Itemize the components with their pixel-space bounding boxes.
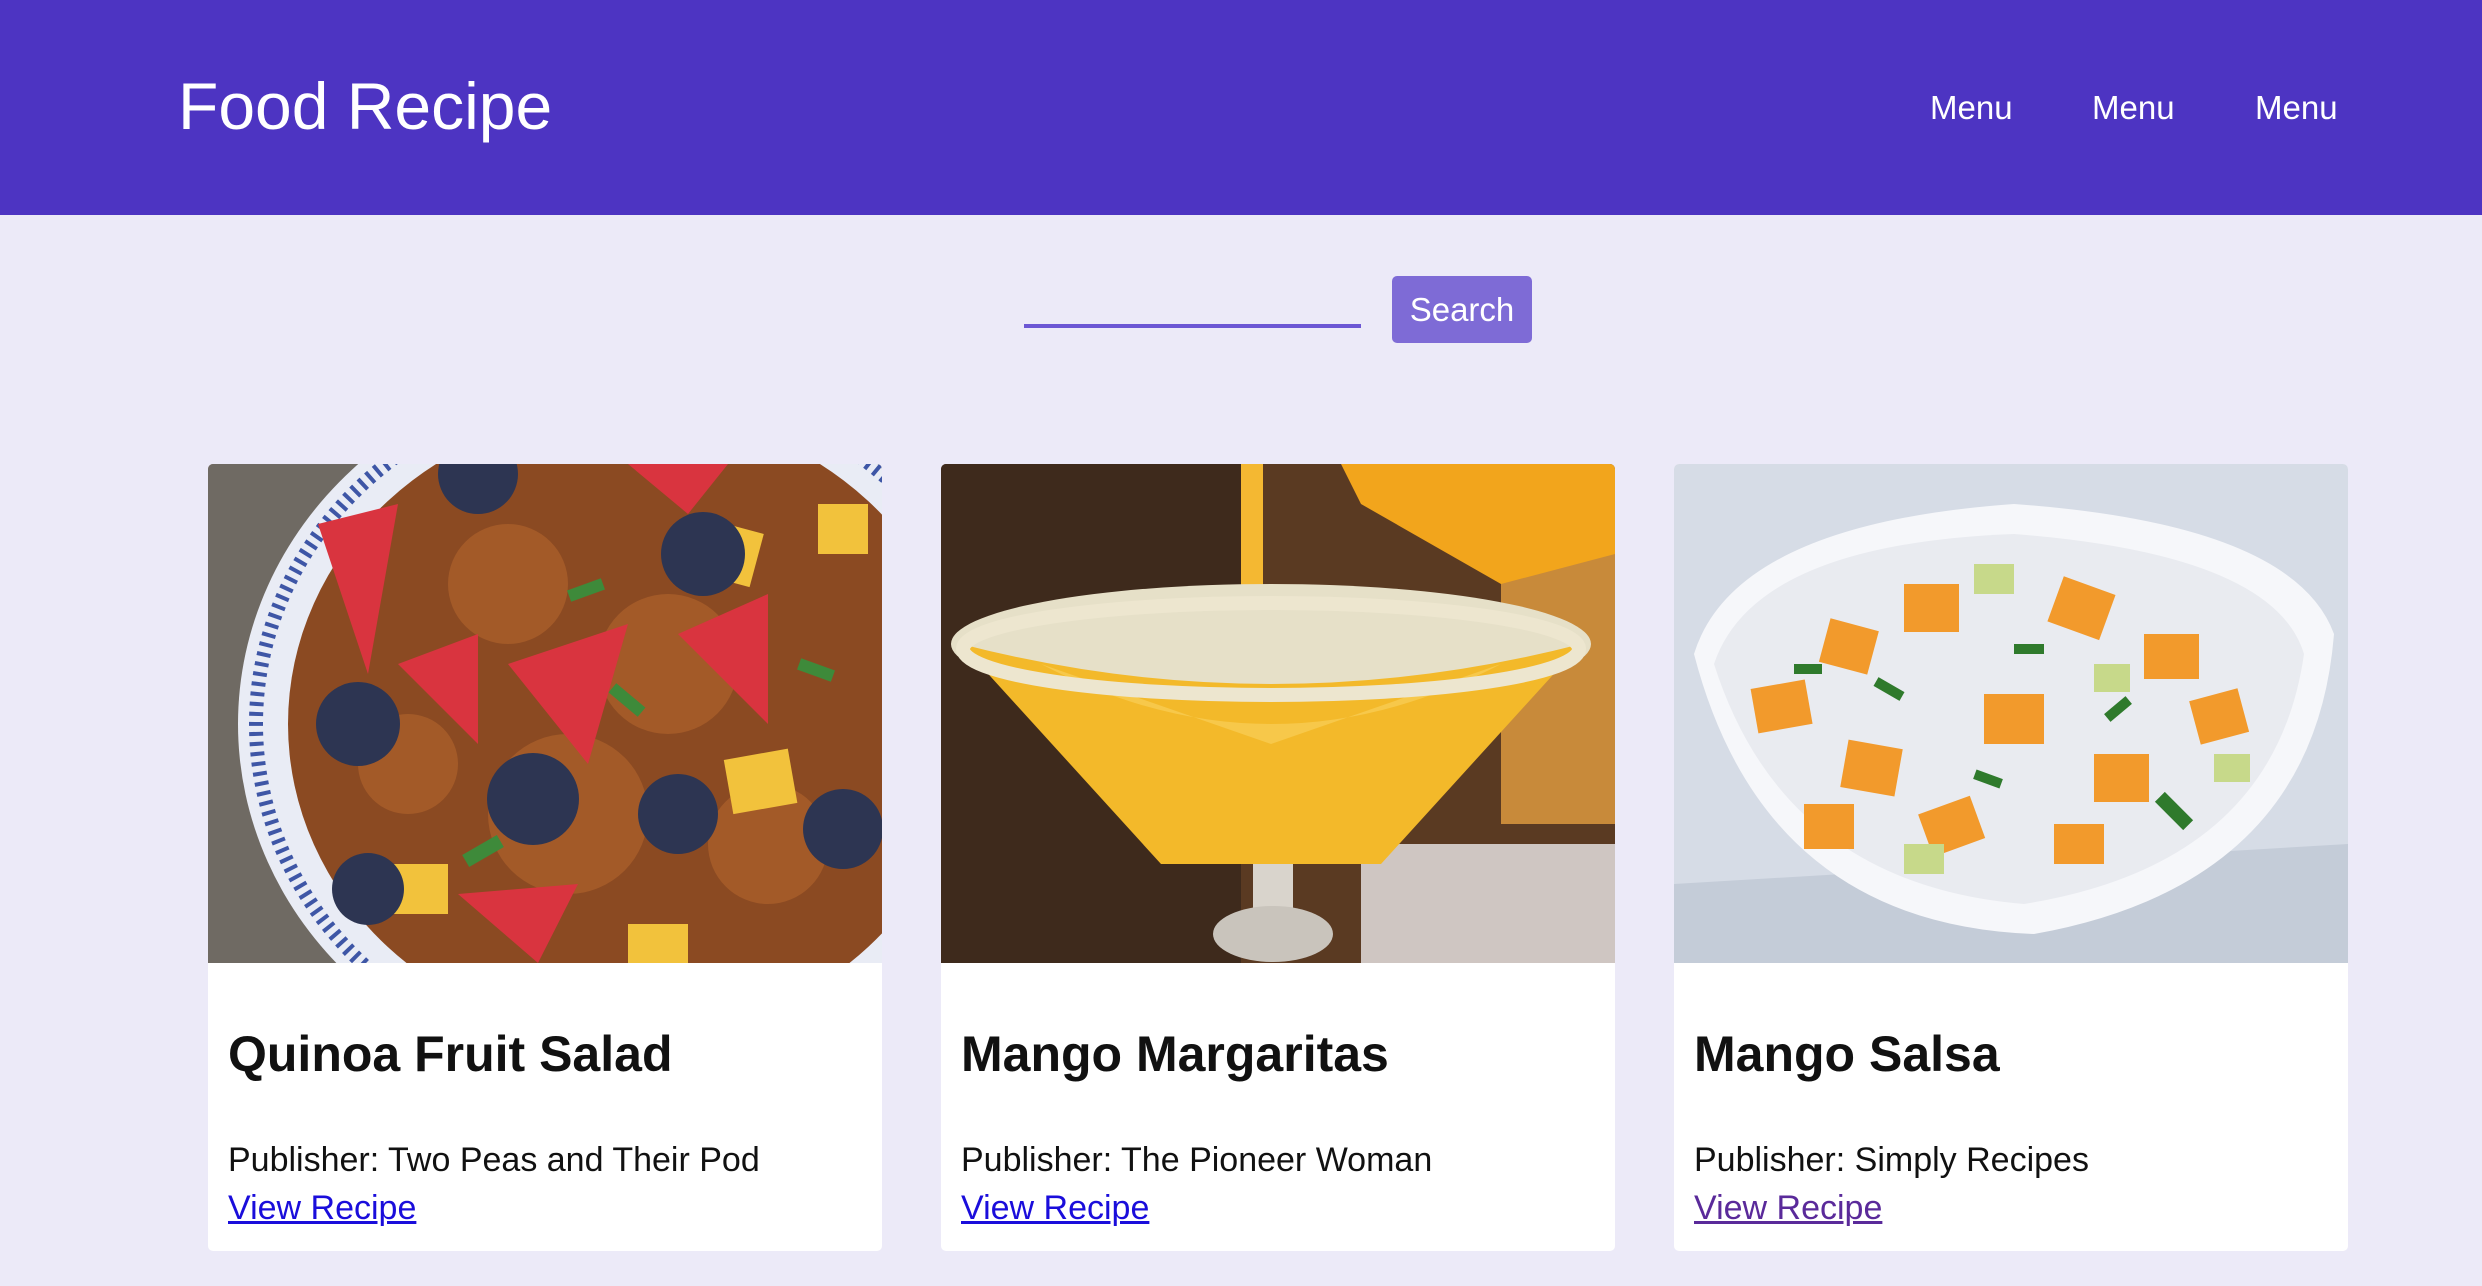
recipe-publisher: Publisher: The Pioneer Woman [961,1139,1432,1181]
recipe-publisher: Publisher: Simply Recipes [1694,1139,2089,1181]
site-title[interactable]: Food Recipe [178,66,552,146]
recipe-title: Mango Salsa [1694,1026,2000,1082]
publisher-label: Publisher: [228,1141,389,1179]
publisher-label: Publisher: [961,1141,1122,1179]
recipe-title: Mango Margaritas [961,1026,1389,1082]
recipe-card: Mango Salsa Publisher: Simply Recipes Vi… [1674,464,2348,1251]
recipe-title: Quinoa Fruit Salad [228,1026,673,1082]
recipe-image-mango-margaritas[interactable] [941,464,1615,963]
publisher-name: The Pioneer Woman [1121,1141,1433,1179]
view-recipe-link[interactable]: View Recipe [961,1187,1149,1229]
publisher-label: Publisher: [1694,1141,1855,1179]
site-header: Food Recipe Menu Menu Menu [0,0,2482,215]
nav-menu-3[interactable]: Menu [2255,88,2338,128]
recipe-card: Mango Margaritas Publisher: The Pioneer … [941,464,1615,1251]
recipe-image-mango-salsa[interactable] [1674,464,2348,963]
recipe-image-quinoa-fruit-salad[interactable] [208,464,882,963]
nav-menu-1[interactable]: Menu [1930,88,2013,128]
recipe-publisher: Publisher: Two Peas and Their Pod [228,1139,760,1181]
view-recipe-link[interactable]: View Recipe [228,1187,416,1229]
publisher-name: Simply Recipes [1854,1141,2089,1179]
nav-menu-2[interactable]: Menu [2092,88,2175,128]
search-button[interactable]: Search [1392,276,1532,343]
view-recipe-link[interactable]: View Recipe [1694,1187,1882,1229]
search-input[interactable] [1024,278,1361,328]
recipe-card: Quinoa Fruit Salad Publisher: Two Peas a… [208,464,882,1251]
publisher-name: Two Peas and Their Pod [388,1141,760,1179]
